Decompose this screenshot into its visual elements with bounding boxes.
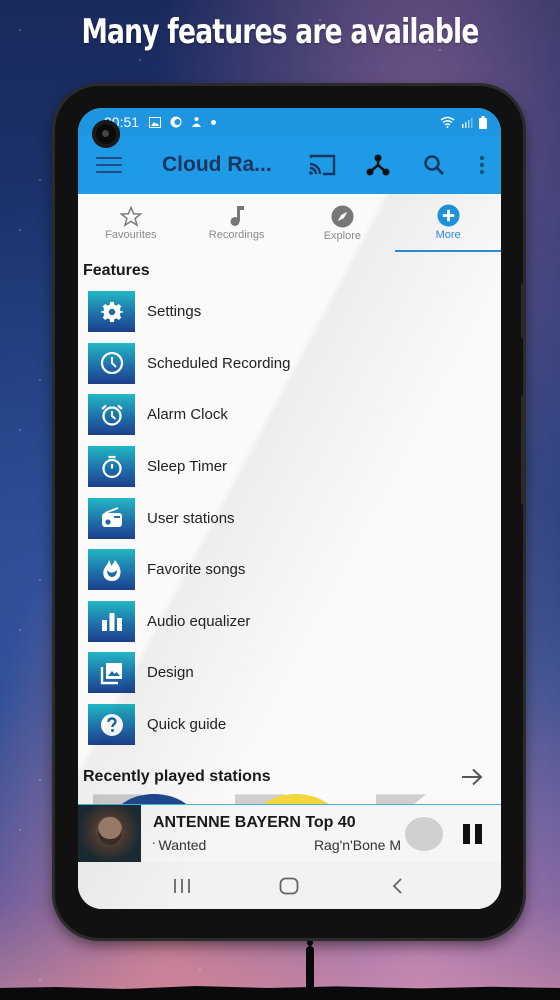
feature-label: Audio equalizer [147, 612, 251, 630]
status-bar: 20:51 [78, 108, 501, 136]
app-screen: 20:51 Cloud Ra... Favourites Recordings … [78, 108, 501, 909]
mini-player[interactable]: ANTENNE BAYERN Top 40 r Wanted Rag'n'Bon… [78, 804, 501, 863]
tab-favourites[interactable]: Favourites [78, 194, 184, 252]
help-icon [100, 713, 123, 736]
features-heading: Features [83, 262, 150, 279]
feature-label: Design [147, 664, 194, 682]
battery-icon [479, 115, 487, 129]
more-vert-icon [479, 155, 485, 175]
feature-quick-guide[interactable]: Quick guide [88, 699, 501, 751]
image-stack-icon [100, 662, 122, 685]
star-icon [119, 205, 142, 227]
player-song-title: r Wanted [153, 837, 207, 853]
signal-icon [462, 118, 473, 128]
tab-label: More [435, 228, 461, 241]
app-title: Cloud Ra... [162, 153, 272, 176]
recently-played-header: Recently played stations [78, 750, 501, 792]
alarm-clock-icon [100, 404, 123, 426]
person-silhouette [306, 939, 314, 988]
feature-label: Alarm Clock [147, 406, 228, 424]
tab-bar: Favourites Recordings Explore More [78, 194, 501, 252]
front-camera [92, 120, 120, 148]
feature-favorite-songs[interactable]: Favorite songs [88, 544, 501, 596]
recently-played-heading: Recently played stations [83, 768, 271, 786]
arrow-right-icon[interactable] [461, 768, 483, 786]
dot-icon [211, 119, 217, 125]
buffering-indicator [405, 816, 443, 851]
home-icon [280, 877, 299, 894]
tab-label: Explore [323, 229, 362, 242]
wifi-icon [440, 116, 455, 128]
cast-button[interactable] [307, 150, 337, 180]
more-options-button[interactable] [475, 150, 489, 180]
hamburger-menu-button[interactable] [96, 157, 122, 173]
cast-icon [309, 154, 336, 176]
feature-label: Scheduled Recording [147, 354, 291, 372]
promo-headline: Many features are available [81, 12, 479, 52]
clock-icon [100, 352, 123, 375]
recent-apps-button[interactable] [162, 871, 202, 901]
tab-recordings[interactable]: Recordings [184, 194, 290, 252]
features-list: Settings Scheduled Recording Alarm Clock… [78, 286, 501, 750]
network-button[interactable] [363, 150, 393, 180]
feature-audio-equalizer[interactable]: Audio equalizer [88, 596, 501, 648]
compass-icon [331, 204, 354, 228]
pause-icon [463, 823, 470, 844]
tab-more[interactable]: More [395, 194, 501, 252]
feature-settings[interactable]: Settings [88, 286, 501, 338]
tab-label: Favourites [105, 228, 157, 241]
feature-design[interactable]: Design [88, 647, 501, 699]
feature-label: Sleep Timer [147, 458, 228, 476]
back-button[interactable] [377, 871, 417, 901]
search-icon [424, 155, 444, 175]
back-icon [392, 877, 402, 894]
feature-sleep-timer[interactable]: Sleep Timer [88, 441, 501, 493]
recent-apps-icon [173, 878, 190, 893]
power-button [521, 395, 525, 505]
pause-button[interactable] [463, 823, 482, 844]
feature-label: Settings [147, 303, 202, 321]
music-note-icon [230, 206, 244, 226]
stopwatch-icon [101, 455, 122, 478]
feature-user-stations[interactable]: User stations [88, 492, 501, 544]
tab-explore[interactable]: Explore [290, 194, 396, 252]
search-button[interactable] [419, 150, 449, 180]
player-station-name: ANTENNE BAYERN Top 40 [153, 814, 356, 831]
gear-icon [100, 301, 123, 322]
album-art [78, 804, 141, 863]
radio-icon [101, 507, 122, 528]
flame-icon [102, 559, 121, 581]
network-icon [366, 154, 390, 176]
feature-label: Quick guide [147, 716, 227, 734]
feature-scheduled-recording[interactable]: Scheduled Recording [88, 338, 501, 390]
feature-label: Favorite songs [147, 561, 246, 579]
feature-label: User stations [147, 509, 235, 527]
volume-button [521, 283, 525, 338]
equalizer-icon [101, 613, 122, 632]
app-bar: Cloud Ra... [78, 136, 501, 194]
notification-app-icon [192, 117, 202, 127]
home-button[interactable] [269, 871, 309, 901]
c-app-icon [170, 116, 182, 128]
gallery-icon [149, 116, 162, 128]
tab-label: Recordings [208, 229, 265, 241]
player-artist: Rag'n'Bone M [313, 837, 401, 853]
feature-alarm-clock[interactable]: Alarm Clock [88, 389, 501, 441]
plus-circle-icon [437, 203, 460, 227]
system-navigation-bar [78, 862, 501, 909]
